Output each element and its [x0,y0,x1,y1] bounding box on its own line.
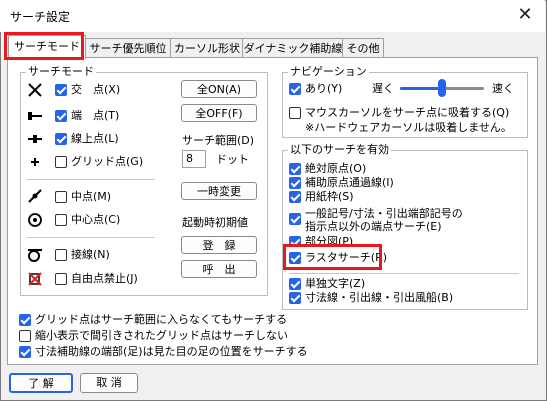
label-dim-aux-foot: 寸法補助線の端部(足)は見た目の足の位置をサーチする [35,345,308,358]
label-single-text: 単独文字(Z) [305,277,366,290]
window-title: サーチ設定 [10,10,71,24]
label-cursor-attract: マウスカーソルをサーチ点に吸着する(Q) [305,106,510,119]
checkbox-dim-aux-foot[interactable] [19,346,31,358]
label-paper-frame: 用紙枠(S) [305,190,354,203]
startup-default-label: 起動時初期値 [182,216,248,229]
search-range-label: サーチ範囲(D) [182,134,255,147]
checkbox-intersection[interactable] [55,84,67,96]
label-symbol-endpoint-2: 指示点以外の端点サーチ(E) [305,220,442,233]
ok-button[interactable]: 了 解 [9,373,73,393]
label-free-point-prohibited: 自由点禁止(J) [71,272,138,285]
checkbox-absolute-origin[interactable] [289,163,301,175]
checkbox-grid-outside-range[interactable] [19,314,31,326]
label-intersection: 交 点(X) [71,83,121,96]
divider [27,179,155,180]
on-line-point-icon [27,131,43,147]
label-fast: 速く [492,82,514,95]
search-range-unit: ドット [216,153,249,166]
label-endpoint: 端 点(T) [71,109,120,122]
cancel-button[interactable]: 取 消 [80,373,138,393]
checkbox-navigation-enabled[interactable] [289,83,301,95]
checkbox-symbol-endpoint[interactable] [289,213,301,225]
highlight-box-tab [4,32,84,60]
checkbox-dimension-lines[interactable] [289,292,301,304]
all-off-button[interactable]: 全OFF(F) [181,104,257,122]
checkbox-tangent[interactable] [55,249,67,261]
tab-search-priority[interactable]: サーチ優先順位 [84,38,172,58]
checkbox-midpoint[interactable] [55,191,67,203]
label-midpoint: 中点(M) [71,190,112,203]
label-skip-thinned-grid: 縮小表示で間引きされたグリッド点はサーチしない [35,329,288,342]
label-dimension-lines: 寸法線・引出線・引出風船(B) [305,291,454,304]
label-symbol-endpoint-1: 一般記号/寸法・引出端部記号の [305,207,463,220]
tab-cursor-shape[interactable]: カーソル形状 [170,38,244,58]
label-grid-outside-range: グリッド点はサーチ範囲に入らなくてもサーチする [35,313,288,326]
search-range-input[interactable]: 8 [182,150,206,168]
highlight-box-raster [283,244,382,270]
label-slow: 遅く [372,82,394,95]
tab-other[interactable]: その他 [342,38,384,58]
checkbox-cursor-attract[interactable] [289,107,301,119]
enable-search-group-title: 以下のサーチを有効 [288,143,391,156]
search-mode-group-title: サーチモード [26,65,96,78]
checkbox-endpoint[interactable] [55,110,67,122]
free-point-prohibited-icon [27,271,43,287]
label-aux-origin-line: 補助原点通過線(I) [305,176,394,189]
endpoint-icon [27,108,43,124]
divider [289,273,519,274]
checkbox-paper-frame[interactable] [289,191,301,203]
checkbox-aux-origin-line[interactable] [289,177,301,189]
recall-button[interactable]: 呼 出 [181,260,257,278]
grid-point-icon [27,154,43,170]
divider [27,237,155,238]
label-navigation-enabled: あり(Y) [305,82,343,95]
checkbox-single-text[interactable] [289,278,301,290]
close-button[interactable]: ✕ [512,3,538,27]
checkbox-skip-thinned-grid[interactable] [19,330,31,342]
checkbox-grid-point[interactable] [55,156,67,168]
midpoint-icon [27,188,43,204]
label-tangent: 接線(N) [71,248,110,261]
intersection-icon [27,82,43,98]
center-point-icon [27,212,43,228]
label-center-point: 中心点(C) [71,213,121,226]
checkbox-free-point-prohibited[interactable] [55,273,67,285]
checkbox-center-point[interactable] [55,214,67,226]
speed-slider-fill [400,87,442,90]
label-on-line-point: 線上点(L) [71,132,119,145]
temporary-change-button[interactable]: 一時変更 [181,182,257,200]
all-on-button[interactable]: 全ON(A) [181,80,257,98]
label-grid-point: グリッド点(G) [71,155,144,168]
navigation-group-title: ナビゲーション [288,65,369,78]
label-absolute-origin: 絶対原点(O) [305,162,367,175]
title-bar [0,0,545,32]
tab-dynamic-guide[interactable]: ダイナミック補助線 [242,38,344,58]
checkbox-on-line-point[interactable] [55,133,67,145]
tangent-icon [27,247,43,263]
label-hardware-cursor-note: ※ハードウェアカーソルは吸着しません。 [305,121,512,134]
register-button[interactable]: 登 録 [181,236,257,254]
speed-slider-thumb[interactable] [438,79,446,97]
